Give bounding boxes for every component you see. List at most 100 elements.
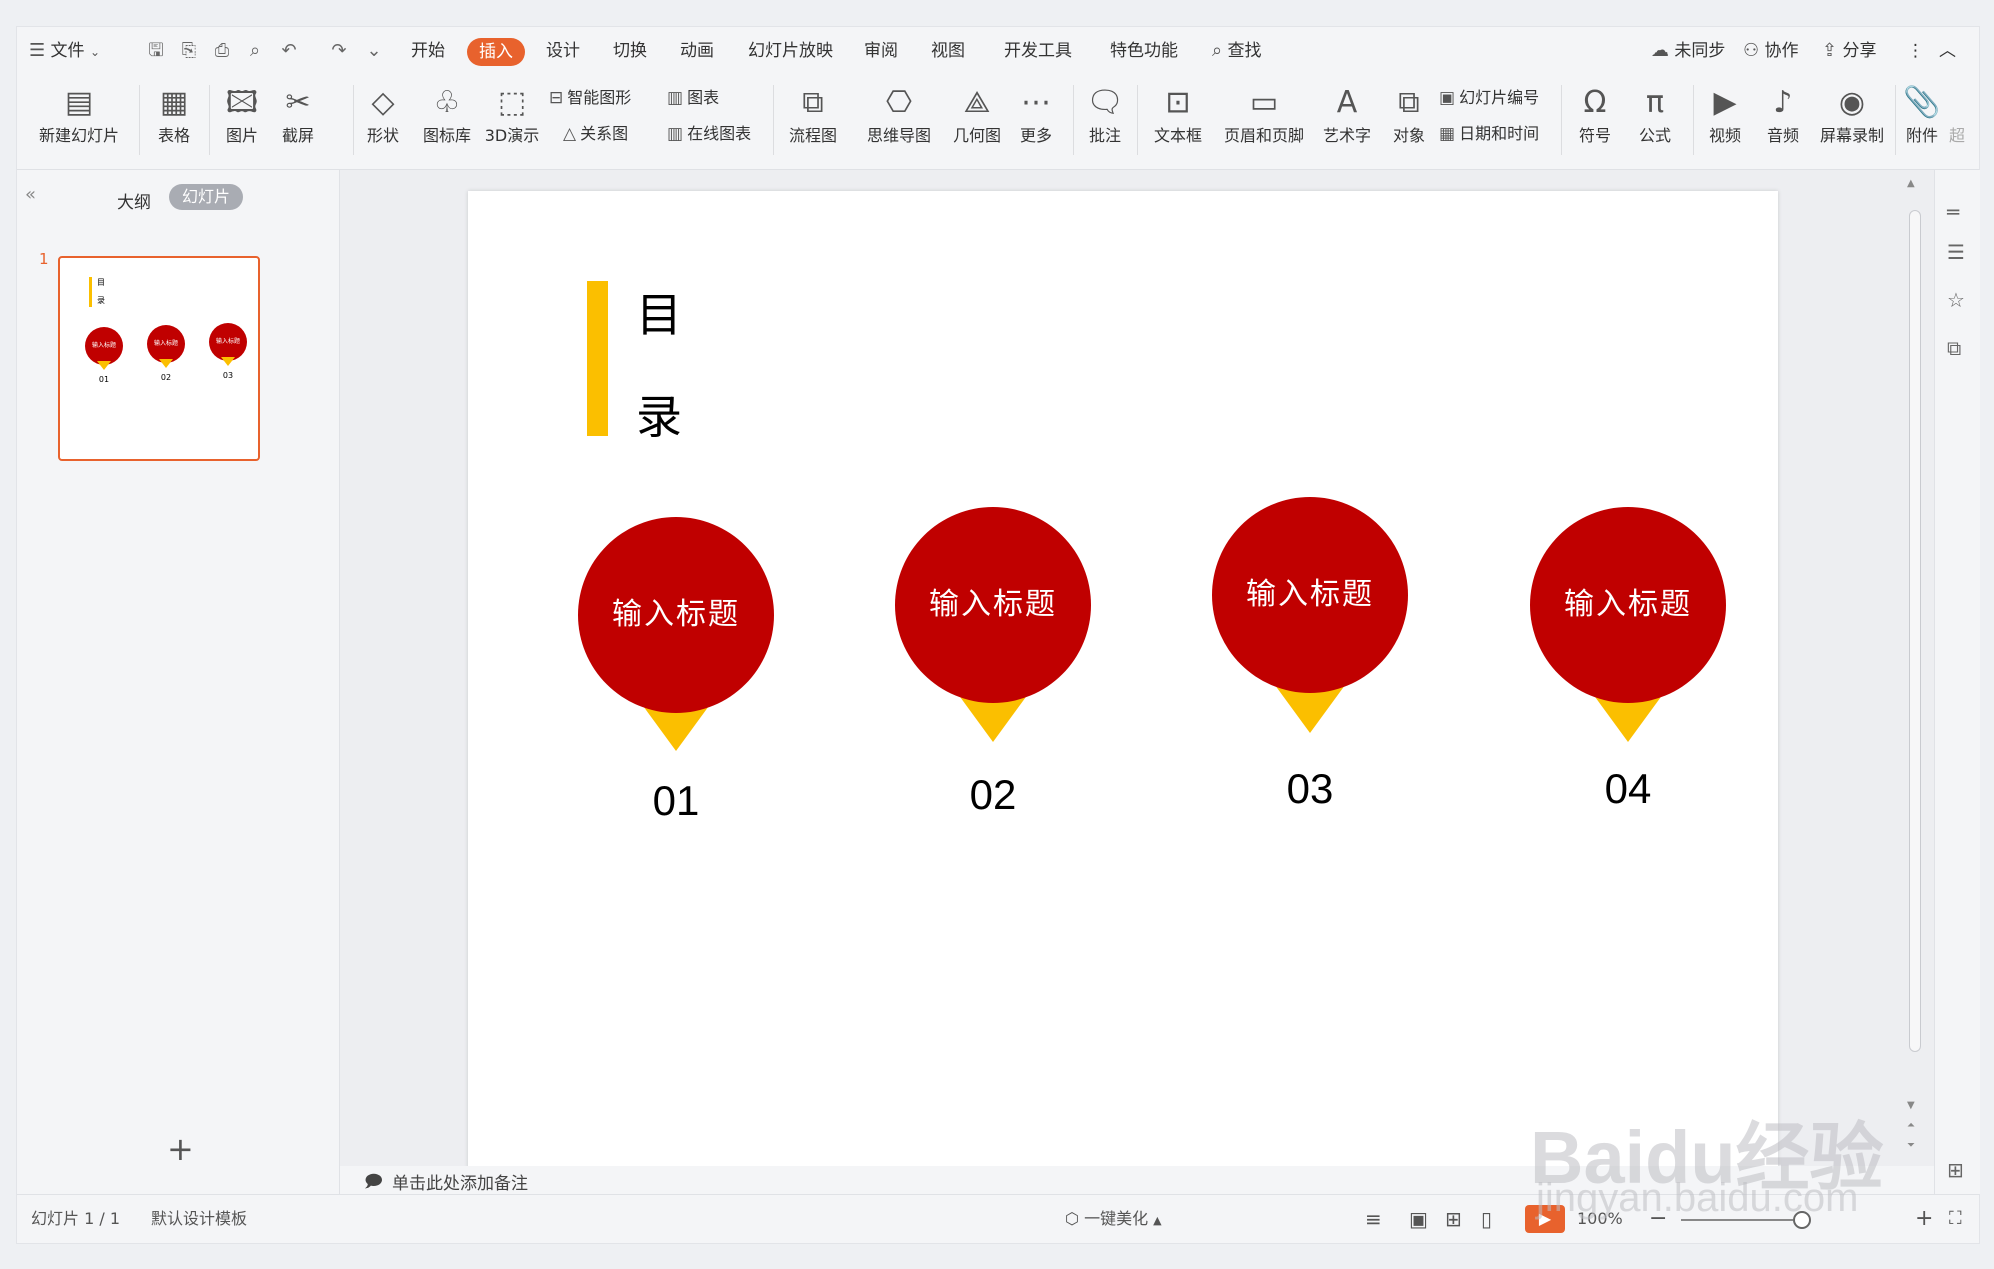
toc-title-char2[interactable]: 录 (636, 381, 682, 447)
tab-insert[interactable]: 插入 (467, 38, 525, 66)
sync-status[interactable]: ☁ 未同步 (1651, 27, 1725, 75)
wordart-label: 艺术字 (1322, 126, 1371, 145)
collapse-panel-icon[interactable]: « (25, 184, 36, 205)
mindmap-button[interactable]: ⎔ 思维导图 (859, 81, 939, 147)
template-name[interactable]: 默认设计模板 (151, 1195, 247, 1243)
add-slide-icon[interactable]: + (167, 1130, 194, 1168)
picture-button[interactable]: 🖾 图片 (217, 81, 267, 147)
collaborate-button[interactable]: ⚇ 协作 (1743, 27, 1799, 75)
grid-view-icon[interactable]: ⊞ (1947, 1158, 1964, 1182)
wordart-button[interactable]: A 艺术字 (1315, 81, 1379, 147)
toc-item-circle-2[interactable]: 输入标题 (895, 507, 1091, 703)
tab-developer[interactable]: 开发工具 (1004, 27, 1072, 75)
thumb-circle: 输入标题 (85, 327, 123, 365)
notes-toggle-icon[interactable]: ≡ (1365, 1195, 1382, 1243)
slide-canvas[interactable]: 目 录 输入标题 01 输入标题 02 输入标题 03 输入标题 04 (468, 191, 1778, 1175)
more-button[interactable]: ⋯ 更多 (1011, 81, 1061, 147)
collapse-ribbon-icon[interactable]: ︿ (1939, 27, 1956, 75)
baidu-watermark-url: jingyan.baidu.com (1536, 1176, 1859, 1220)
online-chart-button[interactable]: ▥ 在线图表 (667, 121, 751, 147)
tab-home[interactable]: 开始 (411, 27, 445, 75)
tab-transition[interactable]: 切换 (613, 27, 647, 75)
properties-sliders-icon[interactable]: ☰ (1947, 240, 1965, 264)
flowchart-label: 流程图 (788, 126, 837, 145)
toc-item-number-4[interactable]: 04 (1530, 765, 1726, 813)
vertical-scrollbar[interactable]: ▲ ▼ ⏶ ⏷ (1903, 170, 1927, 1166)
screenshot-button[interactable]: ✂ 截屏 (273, 81, 323, 147)
slides-tab[interactable]: 幻灯片 (169, 184, 244, 210)
tab-slideshow[interactable]: 幻灯片放映 (748, 27, 833, 75)
thumb-number: 02 (160, 373, 172, 382)
comment-button[interactable]: 🗨 批注 (1083, 81, 1127, 147)
toc-title-char1[interactable]: 目 (636, 279, 682, 345)
tab-review[interactable]: 审阅 (864, 27, 898, 75)
datetime-button[interactable]: ▦ 日期和时间 (1439, 121, 1539, 147)
relation-diagram-button[interactable]: △ 关系图 (563, 121, 628, 147)
tab-view[interactable]: 视图 (931, 27, 965, 75)
video-button[interactable]: ▶ 视频 (1701, 81, 1749, 147)
print-icon[interactable]: ⎙ (210, 39, 234, 63)
screen-record-button[interactable]: ◉ 屏幕录制 (1817, 81, 1887, 147)
attachment-button[interactable]: 📎 附件 (1899, 81, 1945, 147)
toc-item-circle-4[interactable]: 输入标题 (1530, 507, 1726, 703)
textbox-button[interactable]: ⊡ 文本框 (1145, 81, 1211, 147)
fit-window-icon[interactable]: ⛶ (1949, 1195, 1962, 1243)
undo-icon[interactable]: ↶ (277, 39, 301, 63)
save-icon[interactable]: 🖫 (144, 39, 168, 63)
ribbon-separator (1693, 85, 1694, 155)
beautify-button[interactable]: ⬡ 一键美化 ▲ (1065, 1195, 1162, 1243)
share-button[interactable]: ⇪ 分享 (1822, 27, 1877, 75)
toc-item-number-1[interactable]: 01 (578, 777, 774, 825)
omega-icon: Ω (1583, 85, 1607, 120)
slide-panel: « 大纲 幻灯片 1 目 录 输入标题 01 输入标题 02 输入标题 03 输… (17, 170, 340, 1194)
toc-item-number-3[interactable]: 03 (1212, 765, 1408, 813)
geometry-button[interactable]: ⟁ 几何图 (949, 81, 1005, 147)
toc-item-number-2[interactable]: 02 (895, 771, 1091, 819)
print-preview-icon[interactable]: ⌕ (243, 39, 267, 63)
file-menu[interactable]: ☰ 文件 ⌄ (29, 27, 100, 75)
audio-button[interactable]: ♪ 音频 (1757, 81, 1809, 147)
formula-button[interactable]: π 公式 (1627, 81, 1683, 147)
next-slide-icon[interactable]: ⏷ (1907, 1140, 1915, 1151)
smart-art-button[interactable]: ⊟ 智能图形 (549, 85, 631, 111)
redo-icon[interactable]: ↷ (327, 39, 351, 63)
reading-view-icon[interactable]: ▯ (1481, 1195, 1492, 1243)
normal-view-icon[interactable]: ▣ (1409, 1195, 1428, 1243)
search-command[interactable]: ⌕ 查找 (1212, 27, 1262, 75)
slide-number-label: 幻灯片编号 (1459, 88, 1540, 107)
scrollbar-thumb[interactable] (1909, 210, 1921, 1052)
tab-design[interactable]: 设计 (546, 27, 580, 75)
zoom-in-icon[interactable]: + (1915, 1195, 1933, 1243)
new-slide-button[interactable]: ▤ 新建幻灯片 (29, 81, 129, 147)
scroll-up-icon[interactable]: ▲ (1907, 178, 1915, 189)
sorter-view-icon[interactable]: ⊞ (1445, 1195, 1462, 1243)
header-footer-button[interactable]: ▭ 页眉和页脚 (1219, 81, 1309, 147)
icon-library-button[interactable]: ♧ 图标库 (419, 81, 475, 147)
symbol-button[interactable]: Ω 符号 (1567, 81, 1623, 147)
toc-item-circle-1[interactable]: 输入标题 (578, 517, 774, 713)
shape-button[interactable]: ◇ 形状 (353, 81, 413, 147)
3d-demo-button[interactable]: ⬚ 3D演示 (481, 81, 543, 147)
table-button[interactable]: ▦ 表格 (149, 81, 199, 147)
more-options-icon[interactable]: ⋮ (1907, 27, 1924, 75)
slide-thumbnail[interactable]: 目 录 输入标题 01 输入标题 02 输入标题 03 输入标题 04 (58, 256, 260, 461)
object-button[interactable]: ⧉ 对象 (1387, 81, 1431, 147)
tab-special-features[interactable]: 特色功能 (1110, 27, 1178, 75)
textbox-icon: ⊡ (1165, 85, 1191, 120)
transition-icon[interactable]: ⧉ (1947, 336, 1961, 360)
flowchart-button[interactable]: ⧉ 流程图 (781, 81, 845, 147)
chart-button[interactable]: ▥ 图表 (667, 85, 719, 111)
prev-slide-icon[interactable]: ⏶ (1907, 1120, 1915, 1131)
outline-tab[interactable]: 大纲 (117, 188, 151, 213)
format-painter-icon[interactable]: ⎘ (177, 39, 201, 63)
hyperlink-button-partial[interactable]: 超 (1947, 81, 1967, 147)
thumb-circle: 输入标题 (147, 325, 185, 363)
notes-placeholder[interactable]: 单击此处添加备注 (392, 1169, 528, 1194)
slide-number-button[interactable]: ▣ 幻灯片编号 (1439, 85, 1539, 111)
scroll-down-icon[interactable]: ▼ (1907, 1100, 1915, 1111)
customize-toolbar-icon[interactable]: ⌄ (362, 39, 386, 63)
animation-star-icon[interactable]: ☆ (1947, 288, 1965, 312)
comment-label: 批注 (1088, 126, 1121, 145)
toc-item-circle-3[interactable]: 输入标题 (1212, 497, 1408, 693)
tab-animation[interactable]: 动画 (680, 27, 714, 75)
